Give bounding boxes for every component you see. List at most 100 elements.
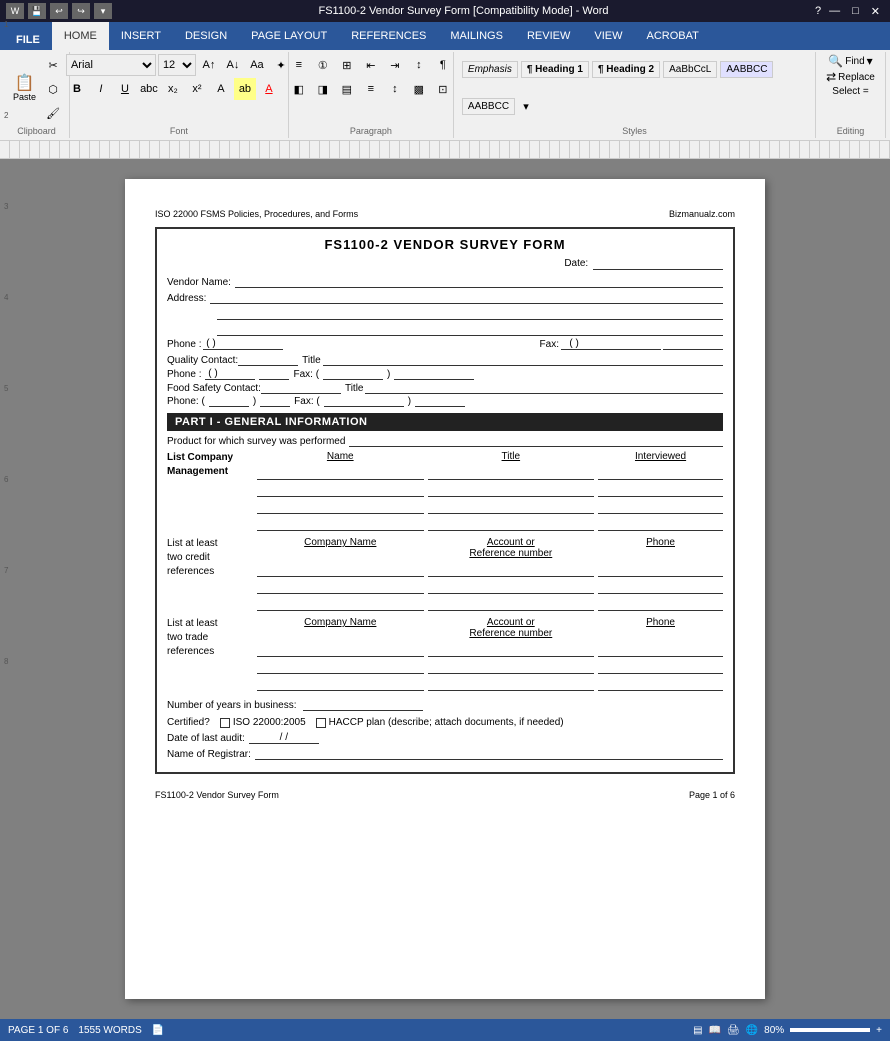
- trade-account-2[interactable]: [428, 660, 595, 674]
- mgmt-interviewed-3[interactable]: [598, 500, 723, 514]
- iso-checkbox[interactable]: [220, 718, 230, 728]
- style-emphasis[interactable]: Emphasis: [462, 61, 518, 78]
- quick-access-undo[interactable]: ↩: [50, 3, 68, 19]
- strikethrough-button[interactable]: abc: [138, 78, 160, 100]
- increase-indent-button[interactable]: ⇥: [384, 54, 406, 76]
- credit-account-1[interactable]: [428, 563, 595, 577]
- mgmt-interviewed-1[interactable]: [598, 466, 723, 480]
- bold-button[interactable]: B: [66, 78, 88, 100]
- sort-button[interactable]: ↕: [408, 54, 430, 76]
- address-line-3[interactable]: [217, 322, 723, 336]
- italic-button[interactable]: I: [90, 78, 112, 100]
- credit-phone-2[interactable]: [598, 580, 723, 594]
- quick-access-redo[interactable]: ↪: [72, 3, 90, 19]
- trade-account-1[interactable]: [428, 643, 595, 657]
- multilevel-button[interactable]: ⊞: [336, 54, 358, 76]
- credit-account-3[interactable]: [428, 597, 595, 611]
- align-left-button[interactable]: ◧: [288, 78, 310, 100]
- style-aabbcc1[interactable]: AABBCC: [720, 61, 773, 78]
- style-heading2[interactable]: ¶ Heading 2: [592, 61, 660, 78]
- help-icon[interactable]: ?: [815, 5, 821, 17]
- credit-phone-1[interactable]: [598, 563, 723, 577]
- borders-button[interactable]: ⊡: [432, 78, 454, 100]
- shrink-font-button[interactable]: A↓: [222, 54, 244, 76]
- style-aabbcc2[interactable]: AABBCC: [462, 98, 515, 115]
- credit-account-2[interactable]: [428, 580, 595, 594]
- mgmt-name-4[interactable]: [257, 517, 424, 531]
- cut-button[interactable]: ✂: [42, 54, 64, 76]
- vendor-name-line[interactable]: [235, 274, 723, 288]
- maximize-btn[interactable]: □: [848, 5, 863, 17]
- mgmt-title-1[interactable]: [428, 466, 595, 480]
- bullets-button[interactable]: ≡: [288, 54, 310, 76]
- zoom-slider[interactable]: [790, 1028, 870, 1032]
- trade-company-3[interactable]: [257, 677, 424, 691]
- view-print-icon[interactable]: 🖨: [727, 1025, 740, 1036]
- underline-button[interactable]: U: [114, 78, 136, 100]
- change-case-button[interactable]: Aa: [246, 54, 268, 76]
- mgmt-name-3[interactable]: [257, 500, 424, 514]
- close-btn[interactable]: ✕: [867, 5, 884, 18]
- grow-font-button[interactable]: A↑: [198, 54, 220, 76]
- tab-file[interactable]: FILE: [4, 30, 52, 50]
- style-heading1[interactable]: ¶ Heading 1: [521, 61, 589, 78]
- font-color-button[interactable]: A: [258, 78, 280, 100]
- tab-home[interactable]: HOME: [52, 22, 109, 50]
- replace-button[interactable]: ⇄ Replace: [826, 70, 875, 84]
- paste-button[interactable]: 📋 Paste: [9, 74, 40, 104]
- font-size-select[interactable]: 12: [158, 54, 196, 76]
- address-line-1[interactable]: [210, 290, 723, 304]
- credit-company-2[interactable]: [257, 580, 424, 594]
- quick-access-more[interactable]: ▾: [94, 3, 112, 19]
- superscript-button[interactable]: x²: [186, 78, 208, 100]
- view-reading-icon[interactable]: 📖: [709, 1025, 721, 1036]
- copy-button[interactable]: ⬡: [42, 78, 64, 100]
- align-center-button[interactable]: ◨: [312, 78, 334, 100]
- quick-access-save[interactable]: 💾: [28, 3, 46, 19]
- audit-date[interactable]: / /: [249, 732, 319, 744]
- trade-company-2[interactable]: [257, 660, 424, 674]
- justify-button[interactable]: ≡: [360, 78, 382, 100]
- tab-review[interactable]: REVIEW: [515, 22, 582, 50]
- subscript-button[interactable]: x₂: [162, 78, 184, 100]
- mgmt-interviewed-4[interactable]: [598, 517, 723, 531]
- credit-company-3[interactable]: [257, 597, 424, 611]
- haccp-checkbox[interactable]: [316, 718, 326, 728]
- zoom-in-icon[interactable]: +: [876, 1025, 882, 1036]
- tab-references[interactable]: REFERENCES: [339, 22, 438, 50]
- style-normal[interactable]: AaBbCcL: [663, 61, 717, 78]
- doc-icon[interactable]: 📄: [152, 1025, 164, 1036]
- tab-page-layout[interactable]: PAGE LAYOUT: [239, 22, 339, 50]
- mgmt-name-1[interactable]: [257, 466, 424, 480]
- tab-insert[interactable]: INSERT: [109, 22, 173, 50]
- highlight-button[interactable]: ab: [234, 78, 256, 100]
- trade-phone-2[interactable]: [598, 660, 723, 674]
- trade-account-3[interactable]: [428, 677, 595, 691]
- align-right-button[interactable]: ▤: [336, 78, 358, 100]
- tab-acrobat[interactable]: ACROBAT: [634, 22, 710, 50]
- mgmt-name-2[interactable]: [257, 483, 424, 497]
- address-line-2[interactable]: [217, 306, 723, 320]
- trade-phone-1[interactable]: [598, 643, 723, 657]
- credit-company-1[interactable]: [257, 563, 424, 577]
- decrease-indent-button[interactable]: ⇤: [360, 54, 382, 76]
- title-bar-left-icons[interactable]: W 💾 ↩ ↪ ▾: [6, 3, 112, 19]
- credit-phone-3[interactable]: [598, 597, 723, 611]
- trade-company-1[interactable]: [257, 643, 424, 657]
- find-button[interactable]: 🔍 Find ▾: [828, 54, 872, 68]
- line-spacing-button[interactable]: ↕: [384, 78, 406, 100]
- show-hide-button[interactable]: ¶: [432, 54, 454, 76]
- mgmt-interviewed-2[interactable]: [598, 483, 723, 497]
- view-normal-icon[interactable]: ▤: [693, 1025, 702, 1036]
- word-icon[interactable]: W: [6, 3, 24, 19]
- numbering-button[interactable]: ①: [312, 54, 334, 76]
- shading-button[interactable]: ▩: [408, 78, 430, 100]
- trade-phone-3[interactable]: [598, 677, 723, 691]
- mgmt-title-4[interactable]: [428, 517, 595, 531]
- text-effects-button[interactable]: A: [210, 78, 232, 100]
- tab-design[interactable]: DESIGN: [173, 22, 239, 50]
- format-painter-button[interactable]: 🖌: [42, 102, 64, 124]
- mgmt-title-3[interactable]: [428, 500, 595, 514]
- tab-view[interactable]: VIEW: [582, 22, 634, 50]
- view-web-icon[interactable]: 🌐: [746, 1025, 758, 1036]
